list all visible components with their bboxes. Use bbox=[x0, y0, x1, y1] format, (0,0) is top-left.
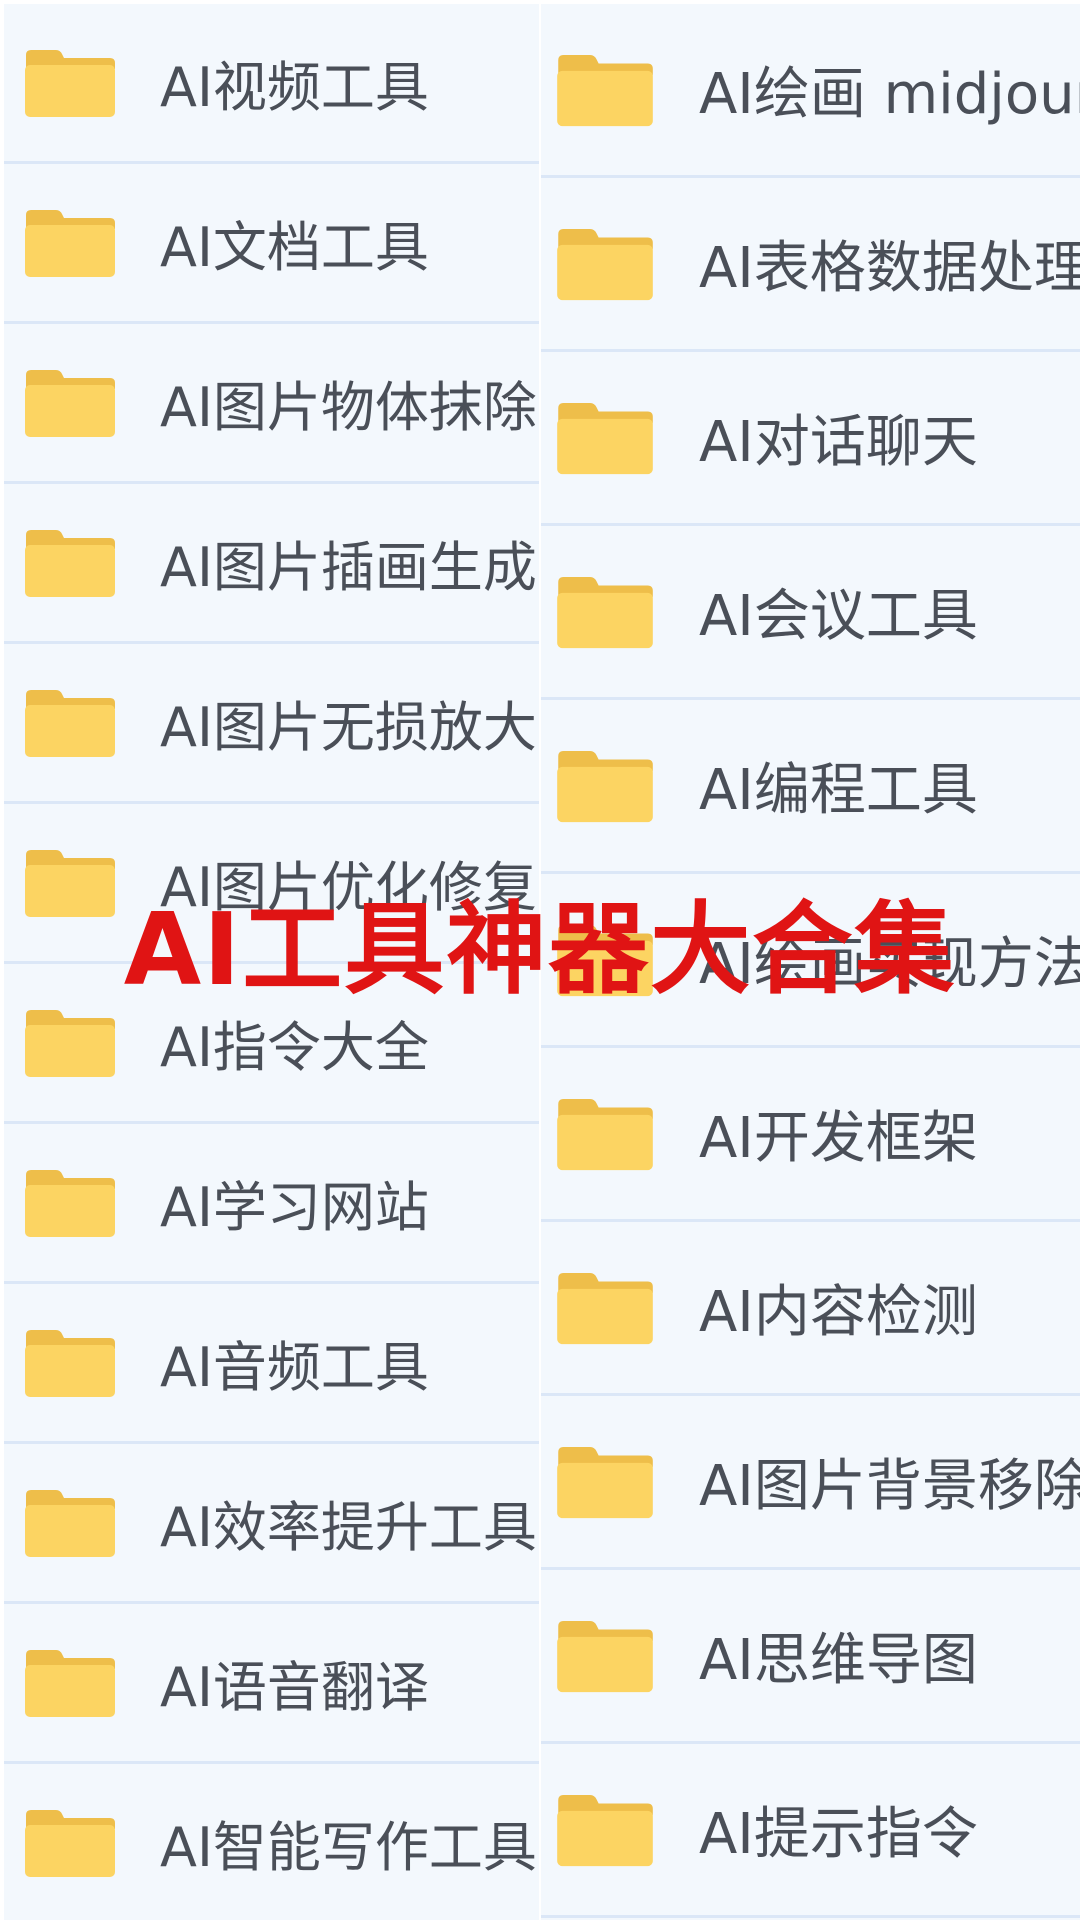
folder-row-ai-image-repair[interactable]: AI图片优化修复 bbox=[4, 804, 539, 964]
folder-row-ai-writing-tools[interactable]: AI智能写作工具 bbox=[4, 1764, 539, 1920]
folder-row-ai-document-tools[interactable]: AI文档工具 bbox=[4, 164, 539, 324]
folder-icon bbox=[25, 1169, 115, 1237]
folder-row-ai-video-tools[interactable]: AI视频工具 bbox=[4, 4, 539, 164]
folder-icon bbox=[25, 209, 115, 277]
folder-icon bbox=[557, 924, 653, 996]
folder-row-ai-productivity[interactable]: AI效率提升工具 bbox=[4, 1444, 539, 1604]
folder-label: AI思维导图 bbox=[699, 1628, 978, 1693]
folder-icon bbox=[25, 529, 115, 597]
folder-row-ai-coding[interactable]: AI编程工具 bbox=[541, 700, 1080, 874]
folder-row-ai-learning-sites[interactable]: AI学习网站 bbox=[4, 1124, 539, 1284]
folder-label: AI图片插画生成 bbox=[160, 536, 537, 599]
folder-icon bbox=[557, 1794, 653, 1866]
folder-row-ai-image-upscale[interactable]: AI图片无损放大 bbox=[4, 644, 539, 804]
folder-icon bbox=[557, 1446, 653, 1518]
folder-label: AI智能写作工具 bbox=[160, 1816, 537, 1879]
folder-row-ai-speech-translation[interactable]: AI语音翻译 bbox=[4, 1604, 539, 1764]
folder-icon bbox=[557, 1098, 653, 1170]
folder-icon bbox=[25, 689, 115, 757]
folder-icon bbox=[557, 402, 653, 474]
folder-icon bbox=[557, 1620, 653, 1692]
folder-row-ai-meeting[interactable]: AI会议工具 bbox=[541, 526, 1080, 700]
folder-icon bbox=[557, 576, 653, 648]
folder-row-ai-prompt-instructions[interactable]: AI提示指令 bbox=[541, 1744, 1080, 1918]
folder-label: AI音频工具 bbox=[160, 1336, 429, 1399]
folder-label: AI图片背景移除 bbox=[699, 1454, 1080, 1519]
folder-row-ai-spreadsheet[interactable]: AI表格数据处理 bbox=[541, 178, 1080, 352]
folder-icon bbox=[25, 1489, 115, 1557]
folder-row-ai-image-illustration[interactable]: AI图片插画生成 bbox=[4, 484, 539, 644]
folder-row-ai-image-object-removal[interactable]: AI图片物体抹除 bbox=[4, 324, 539, 484]
left-folder-list: AI视频工具 AI文档工具 AI图片物体抹除 AI图片插画生成 AI图片无损放大… bbox=[4, 4, 539, 1920]
folder-label: AI对话聊天 bbox=[699, 410, 978, 475]
folder-label: AI编程工具 bbox=[699, 758, 978, 823]
folder-label: AI内容检测 bbox=[699, 1280, 978, 1345]
folder-label: AI语音翻译 bbox=[160, 1656, 429, 1719]
folder-icon bbox=[557, 54, 653, 126]
folder-label: AI图片物体抹除 bbox=[160, 376, 537, 439]
right-folder-list: AI绘画 midjourney AI表格数据处理 AI对话聊天 AI会议工具 A… bbox=[541, 4, 1080, 1920]
folder-icon bbox=[25, 1009, 115, 1077]
folder-icon bbox=[25, 49, 115, 117]
folder-label: AI效率提升工具 bbox=[160, 1496, 537, 1559]
folder-icon bbox=[25, 849, 115, 917]
folder-row-ai-audio-tools[interactable]: AI音频工具 bbox=[4, 1284, 539, 1444]
folder-row-ai-background-removal[interactable]: AI图片背景移除 bbox=[541, 1396, 1080, 1570]
folder-label: AI绘画 midjourney bbox=[699, 62, 1080, 127]
folder-row-ai-chat[interactable]: AI对话聊天 bbox=[541, 352, 1080, 526]
folder-icon bbox=[25, 1329, 115, 1397]
folder-icon bbox=[557, 228, 653, 300]
folder-label: AI文档工具 bbox=[160, 216, 429, 279]
folder-label: AI图片无损放大 bbox=[160, 696, 537, 759]
folder-label: AI开发框架 bbox=[699, 1106, 978, 1171]
folder-row-ai-dev-frameworks[interactable]: AI开发框架 bbox=[541, 1048, 1080, 1222]
folder-row-ai-prompts[interactable]: AI指令大全 bbox=[4, 964, 539, 1124]
folder-label: AI图片优化修复 bbox=[160, 856, 537, 919]
folder-row-ai-painting-methods[interactable]: AI绘画实现方法 bbox=[541, 874, 1080, 1048]
folder-icon bbox=[557, 750, 653, 822]
folder-label: AI学习网站 bbox=[160, 1176, 429, 1239]
folder-icon bbox=[25, 1809, 115, 1877]
folder-label: AI会议工具 bbox=[699, 584, 978, 649]
folder-row-ai-mind-map[interactable]: AI思维导图 bbox=[541, 1570, 1080, 1744]
folder-row-ai-painting-midjourney[interactable]: AI绘画 midjourney bbox=[541, 4, 1080, 178]
folder-icon bbox=[25, 369, 115, 437]
folder-icon bbox=[25, 1649, 115, 1717]
folder-label: AI视频工具 bbox=[160, 56, 429, 119]
folder-label: AI提示指令 bbox=[699, 1802, 978, 1867]
folder-row-ai-content-detection[interactable]: AI内容检测 bbox=[541, 1222, 1080, 1396]
folder-label: AI绘画实现方法 bbox=[699, 932, 1080, 997]
folder-label: AI指令大全 bbox=[160, 1016, 429, 1079]
folder-icon bbox=[557, 1272, 653, 1344]
folder-label: AI表格数据处理 bbox=[699, 236, 1080, 301]
